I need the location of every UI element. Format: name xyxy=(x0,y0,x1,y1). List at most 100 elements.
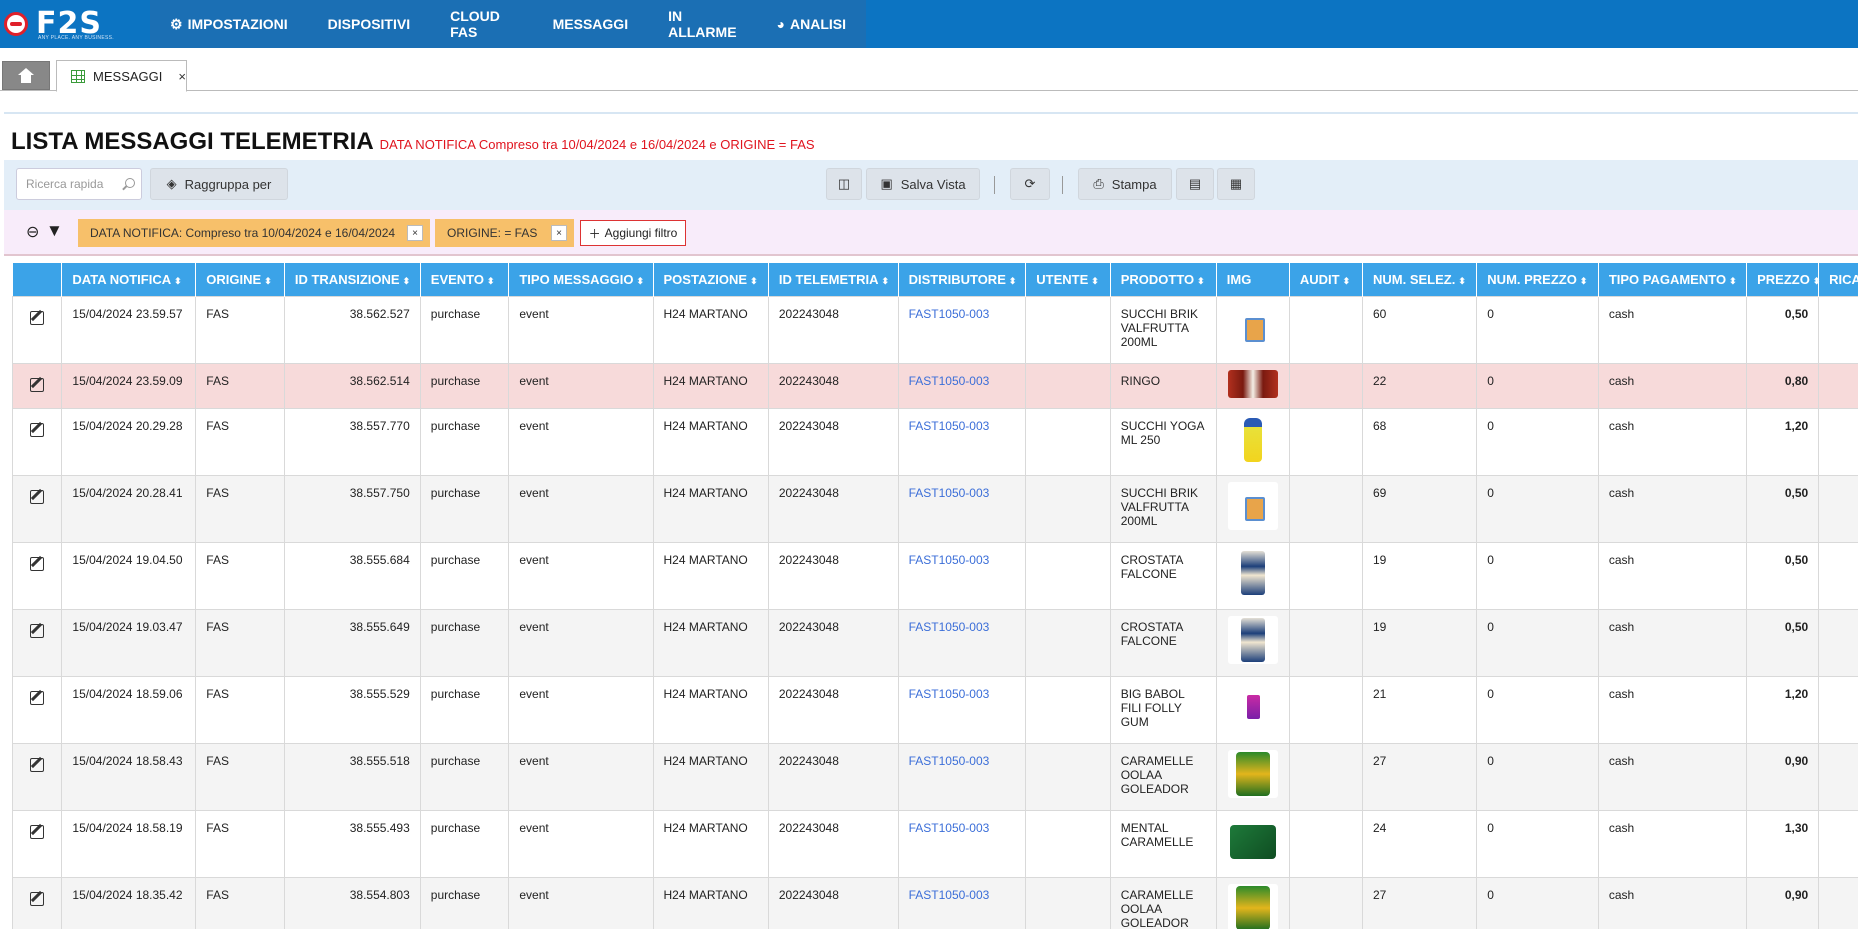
edit-icon[interactable] xyxy=(30,757,45,772)
column-header[interactable]: EVENTO ⬍ xyxy=(420,263,510,296)
save-view-button[interactable]: ▣ Salva Vista xyxy=(866,168,980,200)
cell-selez: 19 xyxy=(1361,608,1478,677)
search-input[interactable]: Ricerca rapida xyxy=(16,168,142,200)
edit-icon[interactable] xyxy=(30,824,45,839)
nav-analisi[interactable]: ◕ ANALISI xyxy=(757,0,866,48)
table-row[interactable]: 15/04/2024 20.29.28 FAS 38.557.770 purchase… xyxy=(12,407,1858,476)
print-button[interactable]: ⎙ Stampa xyxy=(1078,168,1172,200)
cell-utente xyxy=(1025,474,1111,543)
sort-icon[interactable]: ⬍ xyxy=(1729,276,1737,286)
cell-prezzo: 0,90 xyxy=(1746,876,1820,929)
column-header[interactable]: ORIGINE ⬍ xyxy=(195,263,285,296)
remove-filter-icon[interactable]: × xyxy=(551,225,567,241)
nav-impostazioni[interactable]: ⚙ IMPOSTAZIONI xyxy=(150,0,308,48)
column-header[interactable]: DISTRIBUTORE ⬍ xyxy=(898,263,1027,296)
close-tab-icon[interactable]: × xyxy=(178,69,186,84)
nav-dispositivi[interactable]: DISPOSITIVI xyxy=(308,0,430,48)
column-header[interactable]: PREZZO ⬍ xyxy=(1746,263,1821,296)
column-header[interactable]: ID TRANSIZIONE ⬍ xyxy=(284,263,421,296)
product-image-cell xyxy=(1215,608,1290,677)
table-row[interactable]: 15/04/2024 18.35.42 FAS 38.554.803 purchase… xyxy=(12,876,1858,929)
refresh-button[interactable]: ⟳ xyxy=(1010,168,1050,200)
cell-distributore[interactable]: FAST1050-003 xyxy=(897,474,1027,543)
cell-distributore[interactable]: FAST1050-003 xyxy=(897,295,1027,364)
table-row[interactable]: 15/04/2024 23.59.09 FAS 38.562.514 purchase… xyxy=(12,362,1858,409)
cell-distributore[interactable]: FAST1050-003 xyxy=(897,608,1027,677)
column-header[interactable]: NUM. SELEZ. ⬍ xyxy=(1362,263,1478,296)
column-header[interactable]: RICARICA⬍ xyxy=(1818,263,1858,296)
columns-button[interactable]: ◫ xyxy=(826,168,862,200)
cell-distributore[interactable]: FAST1050-003 xyxy=(897,876,1027,929)
cell-distributore[interactable]: FAST1050-003 xyxy=(897,742,1027,811)
cell-origine: FAS xyxy=(195,876,285,929)
add-filter-button[interactable]: ＋ Aggiungi filtro xyxy=(580,220,686,246)
cell-distributore[interactable]: FAST1050-003 xyxy=(897,362,1027,409)
edit-icon[interactable] xyxy=(30,422,45,437)
column-header[interactable]: TIPO MESSAGGIO ⬍ xyxy=(508,263,654,296)
cell-distributore[interactable]: FAST1050-003 xyxy=(897,407,1027,476)
nav-messaggi[interactable]: MESSAGGI xyxy=(533,0,648,48)
edit-icon[interactable] xyxy=(30,377,45,392)
table-row[interactable]: 15/04/2024 18.58.19 FAS 38.555.493 purchase… xyxy=(12,809,1858,878)
column-header[interactable]: PRODOTTO ⬍ xyxy=(1110,263,1217,296)
edit-icon[interactable] xyxy=(30,891,45,906)
edit-icon[interactable] xyxy=(30,489,45,504)
sort-icon[interactable]: ⬍ xyxy=(1197,276,1205,286)
remove-filter-icon[interactable]: × xyxy=(407,225,423,241)
cell-postazione: H24 MARTANO xyxy=(652,295,769,364)
sort-icon[interactable]: ⬍ xyxy=(1813,276,1821,286)
sort-icon[interactable]: ⬍ xyxy=(636,276,644,286)
edit-icon[interactable] xyxy=(30,556,45,571)
tab-home[interactable] xyxy=(2,61,50,90)
collapse-filters-icon[interactable]: ⊖ xyxy=(26,222,39,242)
tab-messaggi[interactable]: MESSAGGI × xyxy=(56,60,187,92)
export-excel-button[interactable]: ▦ xyxy=(1217,168,1255,200)
cell-distributore[interactable]: FAST1050-003 xyxy=(897,541,1027,610)
sort-icon[interactable]: ⬍ xyxy=(1458,276,1466,286)
nav-cloud-fas[interactable]: CLOUD FAS xyxy=(430,0,533,48)
sort-icon[interactable]: ⬍ xyxy=(1009,276,1017,286)
sort-icon[interactable]: ⬍ xyxy=(750,276,758,286)
cell-distributore[interactable]: FAST1050-003 xyxy=(897,809,1027,878)
nav-in-allarme[interactable]: IN ALLARME xyxy=(648,0,756,48)
table-row[interactable]: 15/04/2024 19.04.50 FAS 38.555.684 purchase… xyxy=(12,541,1858,610)
sort-icon[interactable]: ⬍ xyxy=(1580,276,1588,286)
column-header[interactable]: UTENTE ⬍ xyxy=(1025,263,1111,296)
nav-label: CLOUD FAS xyxy=(450,8,500,40)
filter-chip-data-notifica[interactable]: DATA NOTIFICA: Compreso tra 10/04/2024 e… xyxy=(78,219,430,247)
column-header[interactable]: IMG xyxy=(1216,263,1290,296)
cell-utente xyxy=(1025,675,1111,744)
sort-icon[interactable]: ⬍ xyxy=(1091,276,1099,286)
cell-distributore[interactable]: FAST1050-003 xyxy=(897,675,1027,744)
edit-icon[interactable] xyxy=(30,623,45,638)
column-header[interactable]: TIPO PAGAMENTO ⬍ xyxy=(1598,263,1748,296)
column-header-label: ID TELEMETRIA xyxy=(778,271,879,287)
sort-icon[interactable]: ⬍ xyxy=(174,276,182,286)
sort-icon[interactable]: ⬍ xyxy=(487,276,495,286)
column-header[interactable]: POSTAZIONE ⬍ xyxy=(653,263,769,296)
column-header[interactable]: ID TELEMETRIA ⬍ xyxy=(768,263,899,296)
cell-numprezzo: 0 xyxy=(1476,362,1599,409)
table-row[interactable]: 15/04/2024 19.03.47 FAS 38.555.649 purchase… xyxy=(12,608,1858,677)
product-image-cell xyxy=(1215,809,1290,878)
edit-icon[interactable] xyxy=(30,690,45,705)
export-pdf-button[interactable]: ▤ xyxy=(1176,168,1214,200)
pdf-file-icon: ▤ xyxy=(1188,176,1202,191)
edit-icon[interactable] xyxy=(30,310,45,325)
logo[interactable]: F2S ANY PLACE. ANY BUSINESS. xyxy=(0,0,150,48)
sort-icon[interactable]: ⬍ xyxy=(1343,276,1351,286)
table-row[interactable]: 15/04/2024 18.59.06 FAS 38.555.529 purchase… xyxy=(12,675,1858,744)
cell-utente xyxy=(1025,876,1111,929)
table-row[interactable]: 15/04/2024 20.28.41 FAS 38.557.750 purchase… xyxy=(12,474,1858,543)
column-header[interactable]: AUDIT ⬍ xyxy=(1289,263,1364,296)
table-row[interactable]: 15/04/2024 23.59.57 FAS 38.562.527 purchase… xyxy=(12,295,1858,364)
group-by-button[interactable]: ◈ Raggruppa per xyxy=(150,168,288,200)
sort-icon[interactable]: ⬍ xyxy=(882,276,890,286)
sort-icon[interactable]: ⬍ xyxy=(403,276,411,286)
column-header[interactable]: DATA NOTIFICA ⬍ xyxy=(61,263,197,296)
filter-chip-origine[interactable]: ORIGINE: = FAS × xyxy=(435,219,574,247)
table-row[interactable]: 15/04/2024 18.58.43 FAS 38.555.518 purchase… xyxy=(12,742,1858,811)
column-header[interactable]: NUM. PREZZO ⬍ xyxy=(1476,263,1599,296)
sort-icon[interactable]: ⬍ xyxy=(264,276,272,286)
refresh-icon: ⟳ xyxy=(1024,176,1036,191)
